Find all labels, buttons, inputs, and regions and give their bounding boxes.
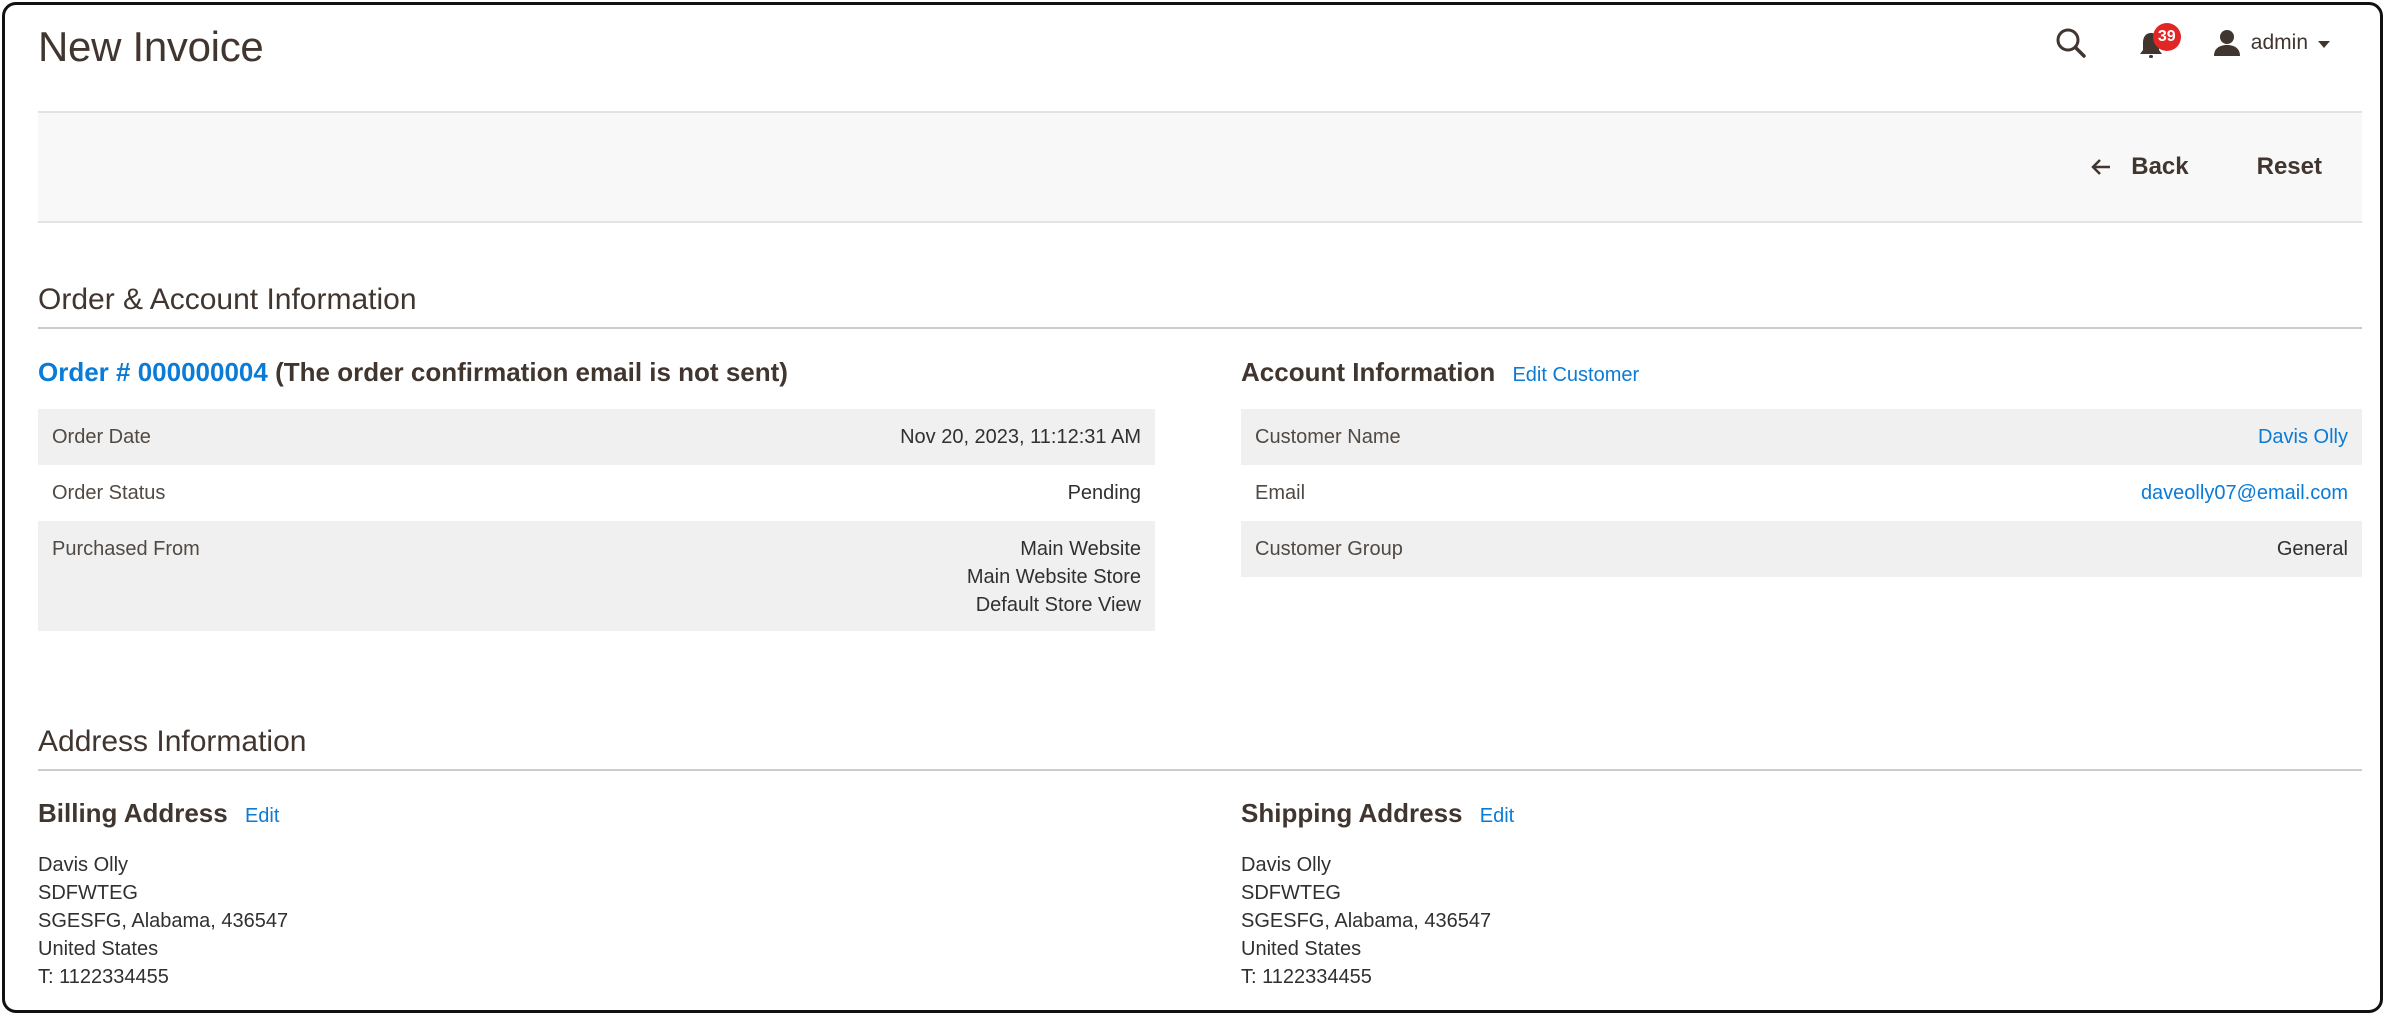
- purchased-from-store: Main Website Store: [966, 566, 1141, 588]
- table-row-purchased-from: Purchased From Main Website Main Website…: [38, 521, 1155, 631]
- shipping-city-region-zip: SGESFG, Alabama, 436547: [1241, 910, 1492, 932]
- email-link[interactable]: daveolly07@email.com: [1721, 465, 2362, 521]
- shipping-name: Davis Olly: [1241, 854, 1332, 876]
- edit-customer-link[interactable]: Edit Customer: [1512, 364, 1639, 386]
- user-icon: [2213, 30, 2240, 56]
- billing-street: SDFWTEG: [38, 882, 138, 904]
- account-heading: Account Information Edit Customer: [1241, 357, 2362, 388]
- shipping-street: SDFWTEG: [1241, 882, 1341, 904]
- order-email-note: (The order confirmation email is not sen…: [275, 357, 788, 387]
- shipping-country: United States: [1241, 938, 1362, 960]
- billing-address-heading: Billing Address Edit: [38, 798, 1155, 829]
- back-button-label: Back: [2131, 153, 2189, 180]
- billing-city-region-zip: SGESFG, Alabama, 436547: [38, 910, 289, 932]
- order-date-label: Order Date: [52, 425, 151, 448]
- order-information: Order # 000000004 (The order confirmatio…: [38, 357, 1155, 631]
- arrow-left-icon: [2091, 159, 2111, 175]
- order-heading: Order # 000000004 (The order confirmatio…: [38, 357, 1155, 388]
- account-heading-label: Account Information: [1241, 357, 1496, 387]
- billing-country: United States: [38, 938, 159, 960]
- section-divider: [38, 327, 2362, 329]
- user-name: admin: [2250, 31, 2308, 54]
- notification-count-badge: 39: [2152, 23, 2181, 51]
- email-label: Email: [1255, 481, 1306, 504]
- order-info-table: Order Date Nov 20, 2023, 11:12:31 AM Ord…: [38, 409, 1155, 631]
- purchased-from-store-view: Default Store View: [975, 594, 1141, 616]
- table-row-email: Email daveolly07@email.com: [1241, 465, 2362, 521]
- billing-name: Davis Olly: [38, 854, 129, 876]
- notifications-button[interactable]: 39: [2137, 23, 2181, 63]
- page-title: New Invoice: [38, 23, 264, 70]
- billing-address: Billing Address Edit Davis Olly SDFWTEG …: [38, 798, 1155, 991]
- user-menu[interactable]: admin: [2213, 29, 2330, 57]
- section-divider: [38, 769, 2362, 771]
- purchased-from-label: Purchased From: [52, 538, 200, 560]
- toolbar-actions: Back Reset: [2091, 113, 2322, 221]
- customer-group-label: Customer Group: [1255, 537, 1403, 560]
- customer-group-value: General: [2276, 537, 2348, 560]
- search-icon: [2056, 28, 2086, 58]
- billing-address-edit-link[interactable]: Edit: [245, 805, 279, 827]
- purchased-from-website: Main Website: [1020, 538, 1141, 560]
- caret-down-icon: [2318, 40, 2330, 48]
- section-title-order-account: Order & Account Information: [38, 283, 417, 316]
- account-info-table: Customer Name Davis Olly Email daveolly0…: [1241, 409, 2362, 577]
- back-button[interactable]: Back: [2091, 153, 2189, 181]
- reset-button[interactable]: Reset: [2257, 153, 2322, 181]
- billing-telephone: T: 1122334455: [38, 966, 169, 988]
- billing-address-block: Davis Olly SDFWTEG SGESFG, Alabama, 4365…: [38, 851, 1155, 991]
- shipping-address-edit-link[interactable]: Edit: [1480, 805, 1514, 827]
- table-row-customer-name: Customer Name Davis Olly: [1241, 409, 2362, 465]
- table-row-order-date: Order Date Nov 20, 2023, 11:12:31 AM: [38, 409, 1155, 465]
- shipping-address: Shipping Address Edit Davis Olly SDFWTEG…: [1241, 798, 2362, 991]
- header-actions: 39 admin: [2051, 23, 2330, 63]
- page-actions-toolbar: Back Reset: [38, 111, 2362, 223]
- shipping-telephone: T: 1122334455: [1241, 966, 1372, 988]
- section-title-address: Address Information: [38, 725, 307, 758]
- order-number-link[interactable]: Order # 000000004: [38, 357, 268, 387]
- search-button[interactable]: [2051, 23, 2091, 63]
- table-row-customer-group: Customer Group General: [1241, 521, 2362, 577]
- shipping-address-heading: Shipping Address Edit: [1241, 798, 2362, 829]
- customer-name-link[interactable]: Davis Olly: [1721, 409, 2362, 465]
- account-information: Account Information Edit Customer Custom…: [1241, 357, 2362, 577]
- shipping-address-block: Davis Olly SDFWTEG SGESFG, Alabama, 4365…: [1241, 851, 2362, 991]
- order-date-value: Nov 20, 2023, 11:12:31 AM: [900, 425, 1141, 448]
- app-window: New Invoice 39 admin Back Reset Order & …: [2, 2, 2383, 1013]
- order-status-label: Order Status: [52, 481, 166, 504]
- customer-name-label: Customer Name: [1255, 425, 1401, 448]
- table-row-order-status: Order Status Pending: [38, 465, 1155, 521]
- billing-address-title: Billing Address: [38, 798, 228, 828]
- purchased-from-value: Main Website Main Website Store Default …: [480, 521, 1155, 631]
- shipping-address-title: Shipping Address: [1241, 798, 1463, 828]
- order-status-value: Pending: [1067, 481, 1141, 504]
